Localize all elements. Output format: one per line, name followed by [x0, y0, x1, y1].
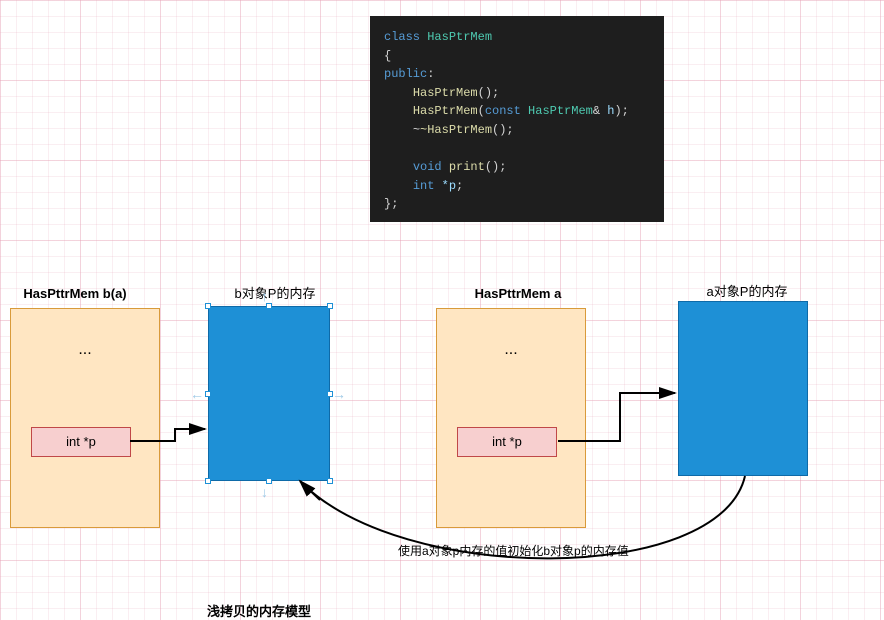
code-keyword-class: class — [384, 30, 420, 44]
right-mem-box — [678, 301, 808, 476]
left-obj-box: ... int *p — [10, 308, 160, 528]
code-classname: HasPtrMem — [427, 30, 492, 44]
resize-arrow-left-icon: ← — [190, 386, 204, 402]
code-block: class HasPtrMem { public: HasPtrMem(); H… — [370, 16, 664, 222]
code-void: void — [413, 160, 442, 174]
code-lbrace: { — [384, 49, 391, 63]
code-const: const — [485, 104, 521, 118]
code-ctor-copy: HasPtrMem — [413, 104, 478, 118]
left-mem-title: b对象P的内存 — [210, 283, 340, 302]
resize-arrow-down-icon: ↓ — [261, 484, 268, 500]
right-obj-ellipsis: ... — [437, 341, 585, 359]
left-mem-box[interactable] — [208, 306, 330, 481]
code-paramtype: HasPtrMem — [528, 104, 593, 118]
left-obj-title: HasPttrMem b(a) — [10, 286, 140, 301]
right-ptr-box: int *p — [457, 427, 557, 457]
code-int: int — [413, 179, 435, 193]
right-obj-box: ... int *p — [436, 308, 586, 528]
code-public: public — [384, 67, 427, 81]
code-dtor: ~HasPtrMem — [420, 123, 492, 137]
code-ctor-default: HasPtrMem — [413, 86, 478, 100]
right-obj-title: HasPttrMem a — [448, 286, 588, 301]
resize-arrow-right-icon: → — [332, 386, 346, 402]
left-ptr-box: int *p — [31, 427, 131, 457]
diagram-caption: 浅拷贝的内存模型 — [207, 601, 311, 620]
left-obj-ellipsis: ... — [11, 341, 159, 359]
code-print: print — [449, 160, 485, 174]
right-mem-title: a对象P的内存 — [682, 281, 812, 300]
code-rbrace: }; — [384, 197, 398, 211]
copy-note: 使用a对象p内存的值初始化b对象p的内存值 — [398, 542, 629, 559]
resize-arrow-up-icon: ↑ — [261, 288, 268, 304]
arrow-fork — [300, 481, 320, 500]
code-ptrdecl: *p — [442, 179, 456, 193]
